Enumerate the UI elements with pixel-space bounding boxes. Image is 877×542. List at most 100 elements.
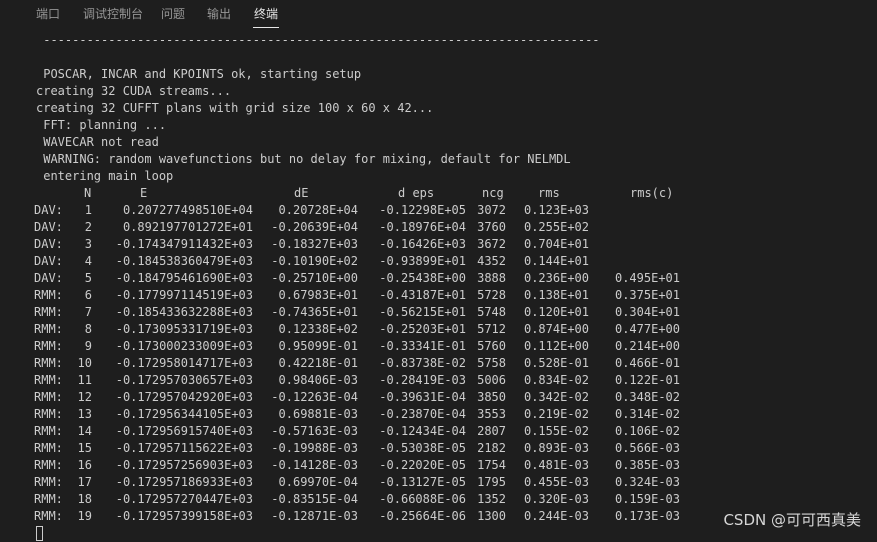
table-row: DAV: 4 -0.184538360479E+03 -0.10190E+02 -0.9…	[0, 253, 877, 270]
row-de: 0.20728E+04	[278, 203, 358, 217]
row-method: RMM:	[34, 373, 63, 387]
row-ncg: 5760	[477, 339, 506, 353]
row-method: RMM:	[34, 339, 63, 353]
row-energy: -0.172957186933E+03	[115, 475, 253, 489]
tab-problems[interactable]: 问题	[161, 6, 185, 28]
row-method: DAV:	[34, 220, 63, 234]
row-iteration: 18	[77, 492, 92, 506]
row-method: RMM:	[34, 407, 63, 421]
row-method: RMM:	[34, 305, 63, 319]
row-rmsc: 0.477E+00	[614, 322, 680, 336]
row-ncg: 1300	[477, 509, 506, 523]
row-iteration: 4	[84, 254, 92, 268]
tab-debug-console[interactable]: 调试控制台	[83, 6, 143, 28]
row-deps: -0.18976E+04	[379, 220, 466, 234]
row-energy: -0.172957270447E+03	[115, 492, 253, 506]
row-iteration: 15	[77, 441, 92, 455]
row-energy: -0.172957115622E+03	[115, 441, 253, 455]
row-rmsc: 0.304E+01	[614, 305, 680, 319]
row-rms: 0.874E+00	[523, 322, 589, 336]
row-deps: -0.25203E+01	[379, 322, 466, 336]
row-energy: -0.177997114519E+03	[115, 288, 253, 302]
row-de: 0.42218E-01	[278, 356, 358, 370]
row-ncg: 3553	[477, 407, 506, 421]
row-deps: -0.39631E-04	[379, 390, 466, 404]
terminal-line: FFT: planning ...	[36, 118, 167, 132]
row-de: -0.20639E+04	[271, 220, 358, 234]
row-rmsc: 0.106E-02	[614, 424, 680, 438]
row-de: -0.83515E-04	[271, 492, 358, 506]
table-row: DAV: 1 0.207277498510E+04 0.20728E+04 -0.122…	[0, 202, 877, 219]
row-rmsc: 0.466E-01	[614, 356, 680, 370]
row-ncg: 3888	[477, 271, 506, 285]
row-ncg: 5712	[477, 322, 506, 336]
row-rmsc: 0.173E-03	[614, 509, 680, 523]
row-rmsc: 0.375E+01	[614, 288, 680, 302]
row-de: -0.18327E+03	[271, 237, 358, 251]
row-ncg: 1754	[477, 458, 506, 472]
header-deps: d eps	[398, 186, 435, 200]
row-ncg: 1795	[477, 475, 506, 489]
row-energy: -0.172957030657E+03	[115, 373, 253, 387]
row-method: DAV:	[34, 254, 63, 268]
row-energy: 0.207277498510E+04	[122, 203, 253, 217]
row-iteration: 11	[77, 373, 92, 387]
row-de: -0.10190E+02	[271, 254, 358, 268]
row-ncg: 3760	[477, 220, 506, 234]
tab-terminal[interactable]: 终端	[252, 6, 280, 28]
table-row: DAV: 5 -0.184795461690E+03 -0.25710E+00 -0.2…	[0, 270, 877, 287]
tab-ports[interactable]: 端口	[36, 6, 60, 28]
terminal-line: WAVECAR not read	[36, 135, 159, 149]
table-row: RMM: 9 -0.173000233009E+03 0.95099E-01 -0.33…	[0, 338, 877, 355]
row-de: -0.25710E+00	[271, 271, 358, 285]
row-method: RMM:	[34, 475, 63, 489]
row-rms: 0.236E+00	[523, 271, 589, 285]
terminal-output[interactable]: ----------------------------------------…	[0, 32, 877, 542]
row-energy: -0.174347911432E+03	[115, 237, 253, 251]
row-rms: 0.704E+01	[523, 237, 589, 251]
table-row: RMM: 11 -0.172957030657E+03 0.98406E-03 -0.2…	[0, 372, 877, 389]
row-iteration: 16	[77, 458, 92, 472]
row-method: DAV:	[34, 237, 63, 251]
row-iteration: 2	[84, 220, 92, 234]
row-ncg: 2807	[477, 424, 506, 438]
row-rmsc: 0.385E-03	[614, 458, 680, 472]
row-deps: -0.23870E-04	[379, 407, 466, 421]
table-row: DAV: 2 0.892197701272E+01 -0.20639E+04 -0.18…	[0, 219, 877, 236]
row-rms: 0.120E+01	[523, 305, 589, 319]
row-rms: 0.528E-01	[523, 356, 589, 370]
row-iteration: 19	[77, 509, 92, 523]
row-method: RMM:	[34, 390, 63, 404]
tab-output[interactable]: 输出	[207, 6, 231, 28]
row-ncg: 3072	[477, 203, 506, 217]
row-ncg: 3850	[477, 390, 506, 404]
table-row: RMM: 13 -0.172956344105E+03 0.69881E-03 -0.2…	[0, 406, 877, 423]
table-header: N E dE d eps ncg rms rms(c)	[0, 185, 877, 202]
row-deps: -0.25438E+00	[379, 271, 466, 285]
row-deps: -0.16426E+03	[379, 237, 466, 251]
row-deps: -0.66088E-06	[379, 492, 466, 506]
row-method: RMM:	[34, 424, 63, 438]
row-ncg: 5758	[477, 356, 506, 370]
row-iteration: 12	[77, 390, 92, 404]
table-row: RMM: 6 -0.177997114519E+03 0.67983E+01 -0.43…	[0, 287, 877, 304]
row-energy: -0.184538360479E+03	[115, 254, 253, 268]
row-ncg: 1352	[477, 492, 506, 506]
watermark: CSDN @可可西真美	[723, 511, 861, 529]
header-ncg: ncg	[482, 186, 504, 200]
row-iteration: 13	[77, 407, 92, 421]
row-rms: 0.455E-03	[523, 475, 589, 489]
row-method: RMM:	[34, 509, 63, 523]
terminal-line: creating 32 CUDA streams...	[36, 84, 232, 98]
row-rms: 0.834E-02	[523, 373, 589, 387]
row-rms: 0.144E+01	[523, 254, 589, 268]
row-energy: -0.172956915740E+03	[115, 424, 253, 438]
row-method: RMM:	[34, 492, 63, 506]
header-rms: rms	[538, 186, 560, 200]
row-energy: 0.892197701272E+01	[122, 220, 253, 234]
row-deps: -0.28419E-03	[379, 373, 466, 387]
row-energy: -0.172956344105E+03	[115, 407, 253, 421]
row-energy: -0.172958014717E+03	[115, 356, 253, 370]
table-row: RMM: 18 -0.172957270447E+03 -0.83515E-04 -0.…	[0, 491, 877, 508]
